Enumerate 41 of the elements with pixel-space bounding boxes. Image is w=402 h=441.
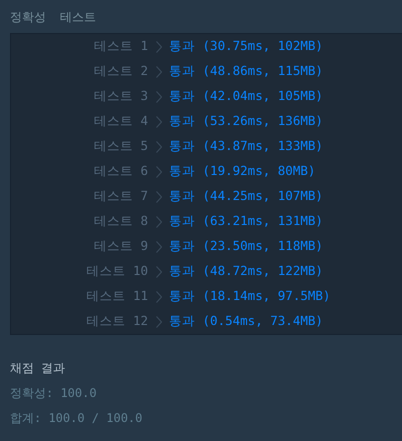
chevron-icon — [156, 290, 162, 302]
chevron-icon — [156, 216, 162, 228]
test-result: 통과 (53.26ms, 136MB) — [169, 113, 323, 130]
test-result: 통과 (43.87ms, 133MB) — [169, 138, 323, 155]
chevron-icon — [156, 40, 162, 52]
chevron-icon — [156, 266, 162, 278]
chevron-icon — [156, 66, 162, 78]
test-label: 테스트 5 — [92, 138, 148, 155]
chevron-icon — [156, 190, 162, 202]
test-result: 통과 (42.04ms, 105MB) — [169, 88, 323, 105]
chevron-icon — [156, 140, 162, 152]
test-label: 테스트 11 — [85, 288, 148, 305]
chevron-icon — [156, 90, 162, 102]
test-result: 통과 (19.92ms, 80MB) — [169, 163, 316, 180]
test-result: 통과 (23.50ms, 118MB) — [169, 238, 323, 255]
test-result: 통과 (30.75ms, 102MB) — [169, 38, 323, 55]
test-label: 테스트 8 — [92, 213, 148, 230]
test-label: 테스트 1 — [92, 38, 148, 55]
summary-title: 채점 결과 — [10, 360, 66, 377]
section-title: 테스트 — [60, 9, 96, 26]
test-result: 통과 (44.25ms, 107MB) — [169, 188, 323, 205]
test-label: 테스트 9 — [92, 238, 148, 255]
category-label: 정확성 — [10, 9, 46, 26]
test-result: 통과 (18.14ms, 97.5MB) — [169, 288, 330, 305]
total-score: 합계: 100.0 / 100.0 — [10, 410, 144, 427]
chevron-icon — [156, 116, 162, 128]
test-label: 테스트 10 — [85, 263, 148, 280]
test-label: 테스트 2 — [92, 63, 148, 80]
test-label: 테스트 12 — [85, 313, 148, 330]
test-label: 테스트 3 — [92, 88, 148, 105]
test-result: 통과 (0.54ms, 73.4MB) — [169, 313, 323, 330]
test-label: 테스트 7 — [92, 188, 148, 205]
test-result: 통과 (48.86ms, 115MB) — [169, 63, 323, 80]
chevron-icon — [156, 240, 162, 252]
test-result: 통과 (48.72ms, 122MB) — [169, 263, 323, 280]
chevron-icon — [156, 316, 162, 328]
chevron-icon — [156, 166, 162, 178]
test-label: 테스트 6 — [92, 163, 148, 180]
accuracy-score: 정확성: 100.0 — [10, 385, 98, 402]
test-result: 통과 (63.21ms, 131MB) — [169, 213, 323, 230]
test-label: 테스트 4 — [92, 113, 148, 130]
